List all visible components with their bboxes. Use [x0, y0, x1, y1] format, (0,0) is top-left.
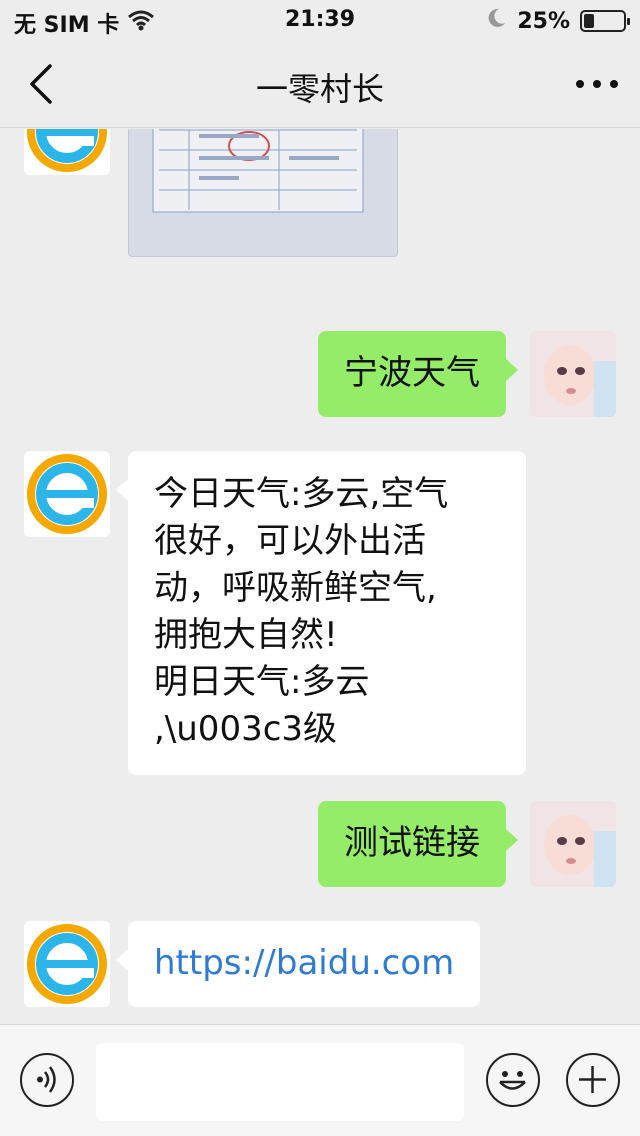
emoji-button[interactable] [486, 1053, 540, 1107]
message-incoming: 今日天气:多云,空气 很好，可以外出活 动，呼吸新鲜空气, 拥抱大自然! 明日天… [0, 451, 640, 775]
chat-title: 一零村长 [255, 70, 384, 108]
message-outgoing: 宁波天气 [0, 331, 640, 421]
my-avatar[interactable] [530, 331, 616, 417]
logo-e-icon [24, 921, 110, 1007]
more-dot-icon [610, 80, 618, 88]
invoice-image[interactable] [128, 129, 398, 257]
message-line: 很好，可以外出活 [154, 521, 426, 561]
add-button[interactable] [566, 1053, 620, 1107]
user-portrait-icon [530, 331, 616, 417]
status-bar: 无 SIM 卡 21:39 25% [0, 0, 640, 40]
message-line: 拥抱大自然! [154, 615, 338, 655]
user-portrait-icon [530, 801, 616, 887]
nav-bar: 一零村长 [0, 40, 640, 128]
more-dot-icon [593, 80, 601, 88]
message-line: ,\u003c3级 [154, 709, 338, 749]
voice-icon [37, 1066, 56, 1093]
message-line: 今日天气:多云,空气 [154, 474, 449, 514]
more-options-button[interactable] [576, 70, 618, 98]
message-line: 动，呼吸新鲜空气, [154, 568, 437, 608]
input-bar [0, 1024, 640, 1136]
voice-button[interactable] [20, 1053, 74, 1107]
message-text: 测试链接 [344, 823, 480, 863]
message-text: 宁波天气 [344, 353, 480, 393]
chat-area[interactable]: 宁波天气 今日天气:多云,空气 很好，可以外出活 动，呼吸新鲜空气, 拥抱大自然… [0, 129, 640, 1024]
more-dot-icon [576, 80, 584, 88]
plus-icon [579, 1066, 606, 1093]
moon-icon [487, 7, 507, 35]
bot-avatar[interactable] [24, 451, 110, 537]
message-outgoing: 测试链接 [0, 801, 640, 891]
bot-avatar[interactable] [24, 921, 110, 1007]
message-input[interactable] [96, 1043, 464, 1121]
outgoing-bubble[interactable]: 宁波天气 [318, 331, 518, 417]
battery-icon [580, 10, 630, 32]
outgoing-bubble[interactable]: 测试链接 [318, 801, 518, 887]
incoming-bubble[interactable]: 今日天气:多云,空气 很好，可以外出活 动，呼吸新鲜空气, 拥抱大自然! 明日天… [116, 451, 526, 775]
smiley-icon [499, 1071, 526, 1090]
status-right: 25% [487, 7, 630, 35]
battery-level [584, 14, 594, 28]
message-incoming-link: https://baidu.com [0, 921, 640, 1011]
logo-e-icon [24, 129, 110, 175]
battery-percent: 25% [517, 8, 570, 34]
message-link[interactable]: https://baidu.com [154, 943, 454, 983]
logo-e-icon [24, 451, 110, 537]
incoming-bubble: https://baidu.com [115, 921, 481, 1007]
message-line: 明日天气:多云 [154, 662, 370, 702]
my-avatar[interactable] [530, 801, 616, 887]
bot-avatar[interactable] [24, 129, 110, 175]
message-incoming-image [0, 129, 640, 299]
invoice-image-content [152, 129, 364, 213]
